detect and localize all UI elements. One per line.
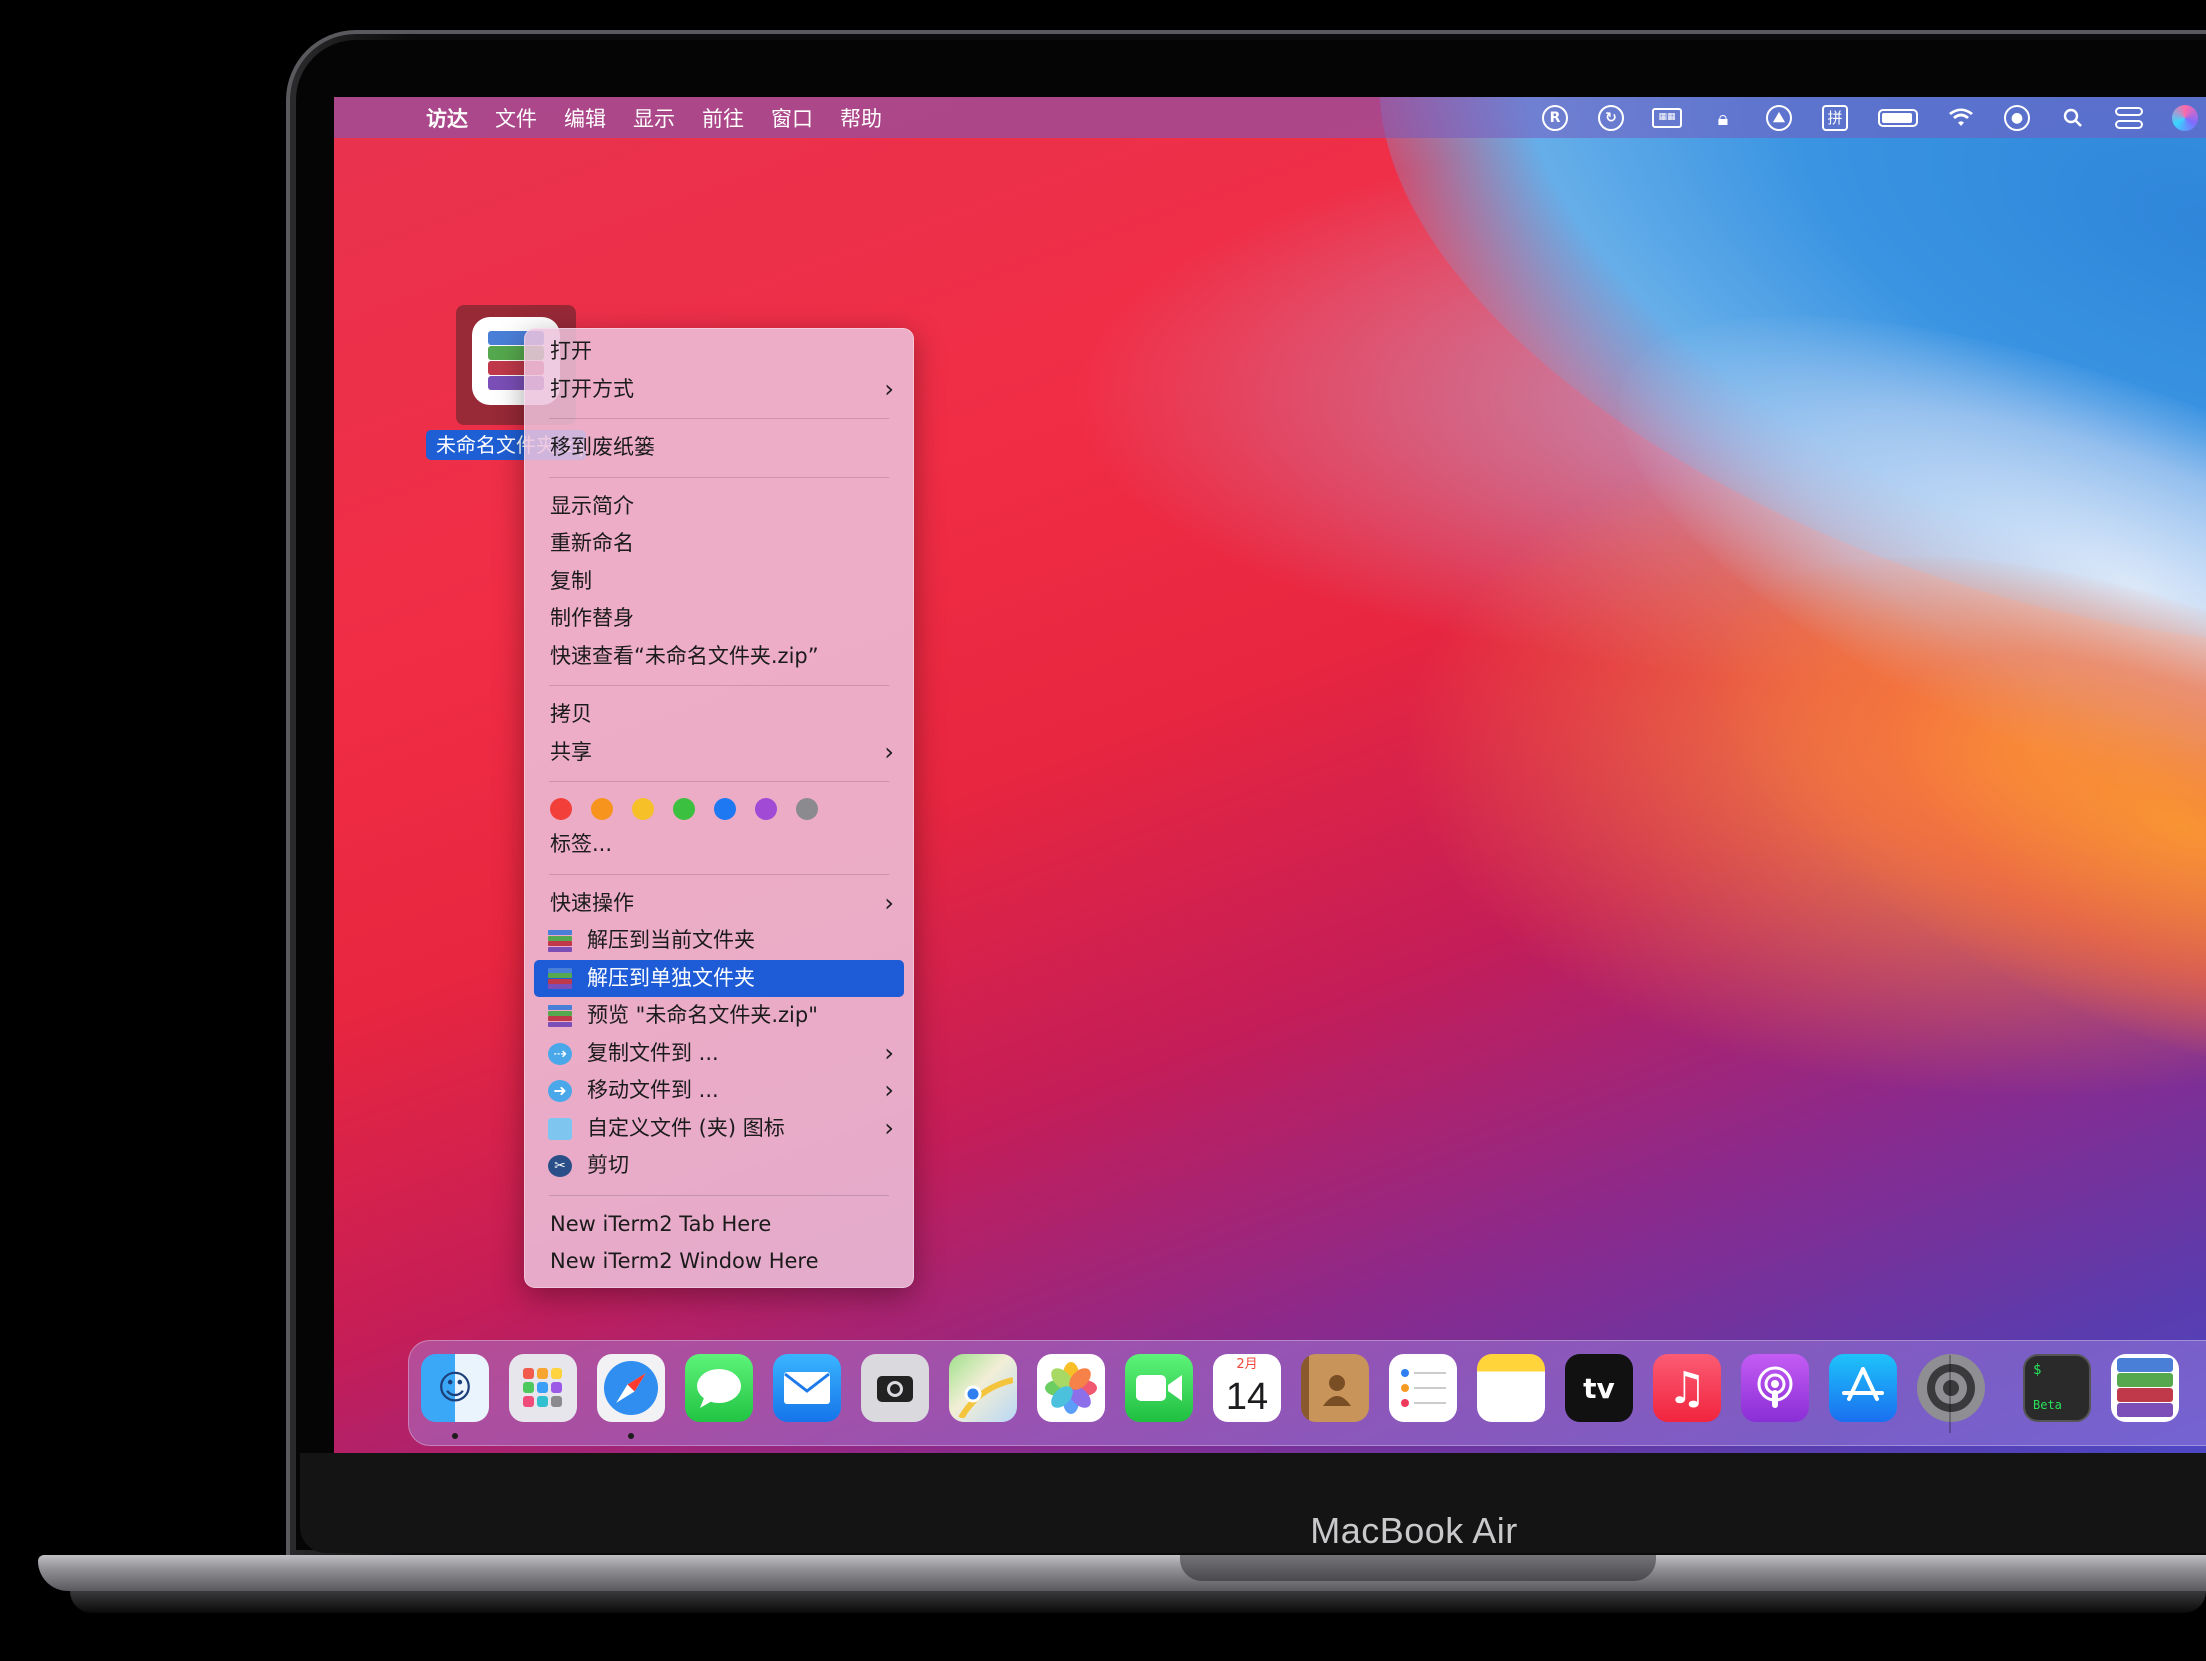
- notes-icon[interactable]: [1477, 1354, 1545, 1422]
- device-brand-label: MacBook Air: [1310, 1510, 1518, 1551]
- menu-window[interactable]: 窗口: [771, 103, 813, 133]
- menu-separator: [549, 1194, 889, 1196]
- laptop-hinge-notch: [1180, 1555, 1656, 1581]
- tag-color-row: [534, 792, 904, 826]
- launchpad-icon[interactable]: [509, 1354, 577, 1422]
- scissors-icon: ✂: [548, 1155, 572, 1177]
- app-store-icon[interactable]: [1829, 1354, 1897, 1422]
- calendar-icon[interactable]: 2月 14: [1213, 1354, 1281, 1422]
- menu-item-cut[interactable]: ✂ 剪切: [534, 1147, 904, 1185]
- menu-separator: [549, 418, 889, 419]
- photos-icon[interactable]: [1037, 1354, 1105, 1422]
- menu-item-copy[interactable]: 拷贝: [534, 696, 904, 734]
- menu-separator: [549, 685, 889, 686]
- tag-gray[interactable]: [796, 798, 818, 820]
- mail-icon[interactable]: [773, 1354, 841, 1422]
- chevron-right-icon: ›: [884, 737, 894, 766]
- menu-edit[interactable]: 编辑: [564, 103, 606, 133]
- context-menu: 打开 打开方式 › 移到废纸篓 显示简介 重新命名 复制 制作替身 快速查看“未命…: [524, 328, 914, 1288]
- menu-item-duplicate[interactable]: 复制: [534, 563, 904, 601]
- podcasts-icon[interactable]: [1741, 1354, 1809, 1422]
- menu-item-quick-look[interactable]: 快速查看“未命名文件夹.zip”: [534, 638, 904, 676]
- archive-icon: [548, 967, 572, 990]
- laptop-base: [38, 1555, 2206, 1591]
- folder-icon: [548, 1117, 572, 1140]
- music-icon[interactable]: ♫: [1653, 1354, 1721, 1422]
- menu-separator: [549, 781, 889, 782]
- messages-icon[interactable]: [685, 1354, 753, 1422]
- chevron-right-icon: ›: [884, 888, 894, 917]
- menu-separator: [549, 873, 889, 875]
- control-center-icon[interactable]: [2114, 103, 2144, 133]
- tag-yellow[interactable]: [632, 798, 654, 820]
- chevron-right-icon: ›: [884, 1113, 894, 1142]
- dock: ☺ 2月 14 tv ♫ $ Beta: [408, 1340, 2206, 1446]
- menu-item-make-alias[interactable]: 制作替身: [534, 600, 904, 638]
- safari-icon[interactable]: [597, 1354, 665, 1422]
- lock-icon[interactable]: 🔒︎: [1708, 103, 1738, 133]
- tag-purple[interactable]: [755, 798, 777, 820]
- keyboard-icon[interactable]: ▦▦: [1652, 103, 1682, 133]
- menu-app-name[interactable]: 访达: [426, 103, 468, 133]
- contacts-icon[interactable]: [1301, 1354, 1369, 1422]
- menu-item-iterm-tab[interactable]: New iTerm2 Tab Here: [534, 1206, 904, 1244]
- tag-red[interactable]: [550, 798, 572, 820]
- battery-icon[interactable]: [1876, 103, 1920, 133]
- apple-tv-icon[interactable]: tv: [1565, 1354, 1633, 1422]
- menu-item-move-file-to[interactable]: ➜ 移动文件到 ... ›: [534, 1072, 904, 1110]
- chevron-right-icon: ›: [884, 1038, 894, 1067]
- user-icon[interactable]: ●: [2002, 103, 2032, 133]
- menu-item-share[interactable]: 共享 ›: [534, 734, 904, 772]
- pinyin-icon[interactable]: 拼: [1820, 103, 1850, 133]
- screenshot-icon[interactable]: [861, 1354, 929, 1422]
- siri-icon[interactable]: [2170, 103, 2200, 133]
- running-indicator: [452, 1433, 458, 1439]
- tag-green[interactable]: [673, 798, 695, 820]
- menu-item-iterm-window[interactable]: New iTerm2 Window Here: [534, 1243, 904, 1281]
- archive-utility-icon[interactable]: [2111, 1354, 2179, 1422]
- chevron-right-icon: ›: [884, 374, 894, 403]
- menu-item-copy-file-to[interactable]: ⇢ 复制文件到 ... ›: [534, 1035, 904, 1073]
- maps-icon[interactable]: [949, 1354, 1017, 1422]
- menu-item-move-to-trash[interactable]: 移到废纸篓: [534, 429, 904, 467]
- sync-icon[interactable]: ↻: [1596, 103, 1626, 133]
- menu-item-extract-current[interactable]: 解压到当前文件夹: [534, 922, 904, 960]
- terminal-beta-icon[interactable]: $ Beta: [2023, 1354, 2091, 1422]
- facetime-icon[interactable]: [1125, 1354, 1193, 1422]
- menu-item-custom-icon[interactable]: 自定义文件 (夹) 图标 ›: [534, 1110, 904, 1148]
- menu-item-extract-separate[interactable]: 解压到单独文件夹: [534, 959, 904, 997]
- tag-blue[interactable]: [714, 798, 736, 820]
- search-icon[interactable]: [2058, 103, 2088, 133]
- menu-item-tags[interactable]: 标签...: [534, 826, 904, 864]
- running-indicator: [628, 1433, 634, 1439]
- reminders-icon[interactable]: [1389, 1354, 1457, 1422]
- desktop-screen: 访达 文件 编辑 显示 前往 窗口 帮助 R ↻ ▦▦ 🔒︎ ⛰ 拼 ● 未命名…: [334, 97, 2206, 1453]
- menu-separator: [549, 476, 889, 478]
- menu-file[interactable]: 文件: [495, 103, 537, 133]
- menu-item-open-with[interactable]: 打开方式 ›: [534, 371, 904, 409]
- picture-icon[interactable]: ⛰: [1764, 103, 1794, 133]
- dock-divider: [1949, 1355, 1951, 1433]
- system-preferences-icon[interactable]: [1917, 1354, 1985, 1422]
- menu-item-quick-actions[interactable]: 快速操作 ›: [534, 885, 904, 923]
- laptop-underside: [70, 1591, 2206, 1613]
- menu-item-rename[interactable]: 重新命名: [534, 525, 904, 563]
- menu-item-open[interactable]: 打开: [534, 333, 904, 371]
- r-circle-icon[interactable]: R: [1540, 103, 1570, 133]
- status-menu-area: R ↻ ▦▦ 🔒︎ ⛰ 拼 ●: [1514, 97, 2200, 138]
- copy-arrow-icon: ⇢: [548, 1042, 572, 1065]
- menu-item-preview[interactable]: 预览 "未命名文件夹.zip": [534, 997, 904, 1035]
- archive-icon: [548, 930, 572, 952]
- menu-help[interactable]: 帮助: [840, 103, 882, 133]
- move-arrow-icon: ➜: [548, 1080, 572, 1102]
- wifi-icon[interactable]: [1946, 103, 1976, 133]
- chevron-right-icon: ›: [884, 1076, 894, 1104]
- finder-icon[interactable]: ☺: [421, 1354, 489, 1422]
- menu-bar: 访达 文件 编辑 显示 前往 窗口 帮助 R ↻ ▦▦ 🔒︎ ⛰ 拼 ●: [334, 97, 2206, 138]
- tag-orange[interactable]: [591, 798, 613, 820]
- archive-icon: [548, 1005, 572, 1027]
- menu-go[interactable]: 前往: [702, 103, 744, 133]
- menu-view[interactable]: 显示: [633, 103, 675, 133]
- menu-item-get-info[interactable]: 显示简介: [534, 488, 904, 526]
